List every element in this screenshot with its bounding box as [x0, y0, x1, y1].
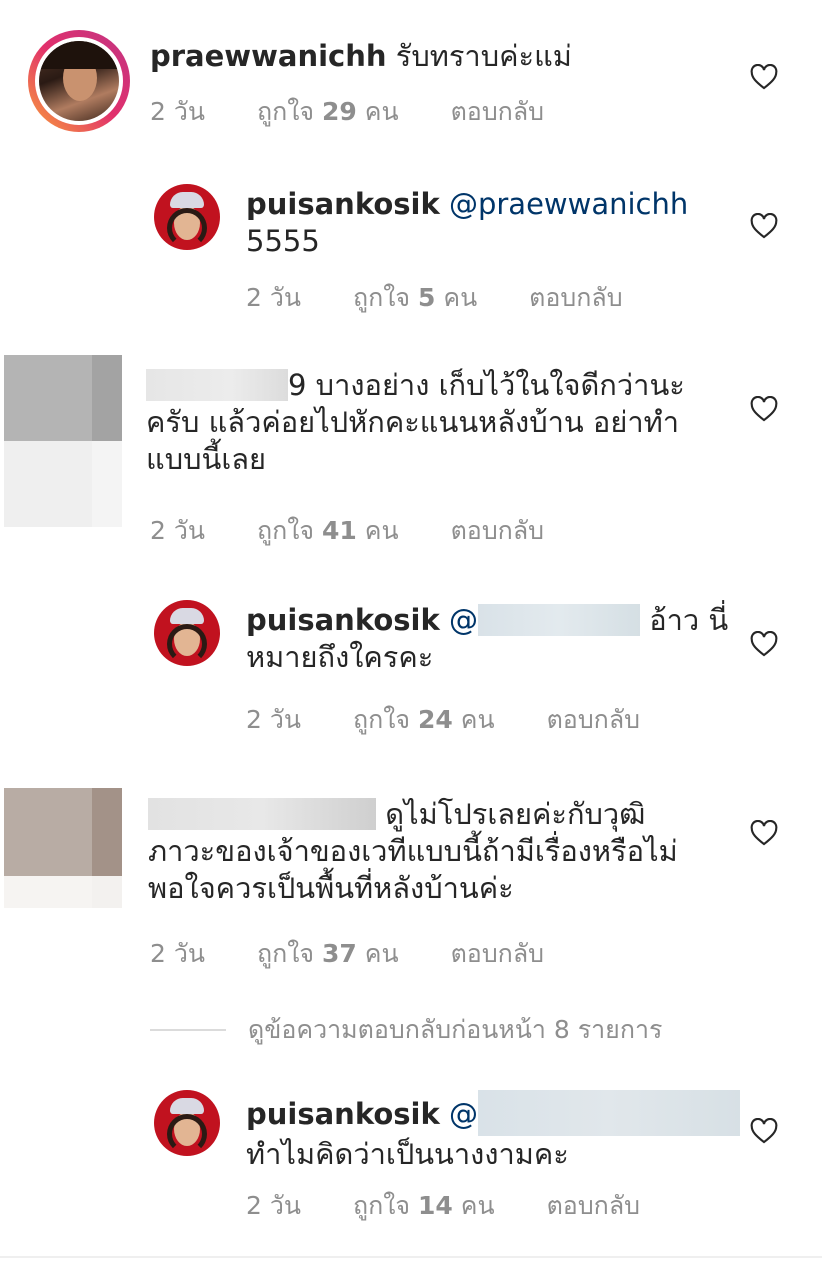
timestamp: 2 วัน	[150, 516, 205, 545]
comment-meta: 2 วัน ถูกใจ 24 คน ตอบกลับ	[246, 700, 684, 740]
comment-meta: 2 วัน ถูกใจ 14 คน ตอบกลับ	[246, 1186, 684, 1226]
heart-outline-icon[interactable]	[750, 396, 778, 422]
mention-link[interactable]: @praewwanichh	[449, 187, 688, 221]
likes-count[interactable]: ถูกใจ 14 คน	[353, 1191, 495, 1220]
reply-button[interactable]: ตอบกลับ	[547, 1191, 640, 1220]
likes-count[interactable]: ถูกใจ 29 คน	[257, 97, 399, 126]
reply-button[interactable]: ตอบกลับ	[451, 516, 544, 545]
timestamp: 2 วัน	[246, 283, 301, 312]
comment-body: 5555	[246, 224, 320, 258]
redacted-username[interactable]	[146, 369, 288, 401]
comment-text: puisankosik @praewwanichh 5555	[246, 186, 688, 260]
divider	[150, 1029, 226, 1031]
timestamp: 2 วัน	[150, 939, 205, 968]
avatar[interactable]	[154, 600, 220, 666]
username[interactable]: puisankosik	[246, 187, 440, 221]
redacted-mention[interactable]	[477, 1090, 740, 1136]
comment-body: ทำไมคิดว่าเป็นนางงามคะ	[246, 1137, 569, 1171]
view-previous-replies-button[interactable]: ดูข้อความตอบกลับก่อนหน้า 8 รายการ	[150, 1010, 662, 1050]
comment-text: praewwanichh รับทราบค่ะแม่	[150, 38, 572, 75]
redacted-mention[interactable]	[477, 604, 640, 636]
mention-link[interactable]: @	[449, 603, 478, 637]
comment-meta: 2 วัน ถูกใจ 41 คน ตอบกลับ	[150, 511, 588, 551]
reply-item: puisankosik @ อ้าว นี่ หมายถึงใครคะ 2 วั…	[0, 580, 822, 765]
heart-outline-icon[interactable]	[750, 631, 778, 657]
comment-body: รับทราบค่ะแม่	[395, 39, 572, 73]
reply-button[interactable]: ตอบกลับ	[547, 705, 640, 734]
comment-text: 9 บางอย่าง เก็บไว้ในใจดีกว่านะ ครับ แล้ว…	[146, 368, 685, 476]
heart-outline-icon[interactable]	[750, 820, 778, 846]
username[interactable]: praewwanichh	[150, 39, 387, 73]
likes-count[interactable]: ถูกใจ 41 คน	[257, 516, 399, 545]
reply-button[interactable]: ตอบกลับ	[451, 939, 544, 968]
timestamp: 2 วัน	[246, 1191, 301, 1220]
reply-item: puisankosik @ ทำไมคิดว่าเป็นนางงามคะ 2 ว…	[0, 1070, 822, 1250]
username[interactable]: puisankosik	[246, 603, 440, 637]
divider	[0, 1256, 822, 1258]
comment-item: ดูไม่โปรเลยค่ะกับวุฒิ ภาวะของเจ้าของเวที…	[0, 770, 822, 990]
avatar[interactable]	[154, 184, 220, 250]
heart-outline-icon[interactable]	[750, 213, 778, 239]
avatar[interactable]	[4, 355, 122, 527]
comment-text: ดูไม่โปรเลยค่ะกับวุฒิ ภาวะของเจ้าของเวที…	[148, 797, 678, 905]
heart-outline-icon[interactable]	[750, 1118, 778, 1144]
comment-text: puisankosik @ ทำไมคิดว่าเป็นนางงามคะ	[246, 1090, 740, 1173]
reply-button[interactable]: ตอบกลับ	[451, 97, 544, 126]
comment-meta: 2 วัน ถูกใจ 5 คน ตอบกลับ	[246, 278, 667, 318]
comment-item: praewwanichh รับทราบค่ะแม่ 2 วัน ถูกใจ 2…	[0, 0, 822, 160]
avatar[interactable]	[154, 1090, 220, 1156]
mention-link[interactable]: @	[449, 1097, 478, 1131]
redacted-username[interactable]	[148, 798, 376, 830]
username[interactable]: puisankosik	[246, 1097, 440, 1131]
timestamp: 2 วัน	[246, 705, 301, 734]
likes-count[interactable]: ถูกใจ 24 คน	[353, 705, 495, 734]
comment-body: อ้าว นี่	[649, 603, 729, 637]
likes-count[interactable]: ถูกใจ 37 คน	[257, 939, 399, 968]
view-previous-label: ดูข้อความตอบกลับก่อนหน้า 8 รายการ	[248, 1015, 663, 1044]
comment-item: 9 บางอย่าง เก็บไว้ในใจดีกว่านะ ครับ แล้ว…	[0, 335, 822, 565]
avatar[interactable]	[35, 37, 123, 125]
comment-meta: 2 วัน ถูกใจ 29 คน ตอบกลับ	[150, 92, 588, 132]
avatar[interactable]	[4, 788, 122, 908]
comment-text: puisankosik @ อ้าว นี่ หมายถึงใครคะ	[246, 603, 729, 674]
likes-count[interactable]: ถูกใจ 5 คน	[353, 283, 477, 312]
reply-item: puisankosik @praewwanichh 5555 2 วัน ถูก…	[0, 160, 822, 335]
timestamp: 2 วัน	[150, 97, 205, 126]
reply-button[interactable]: ตอบกลับ	[529, 283, 622, 312]
comment-meta: 2 วัน ถูกใจ 37 คน ตอบกลับ	[150, 934, 588, 974]
heart-outline-icon[interactable]	[750, 64, 778, 90]
